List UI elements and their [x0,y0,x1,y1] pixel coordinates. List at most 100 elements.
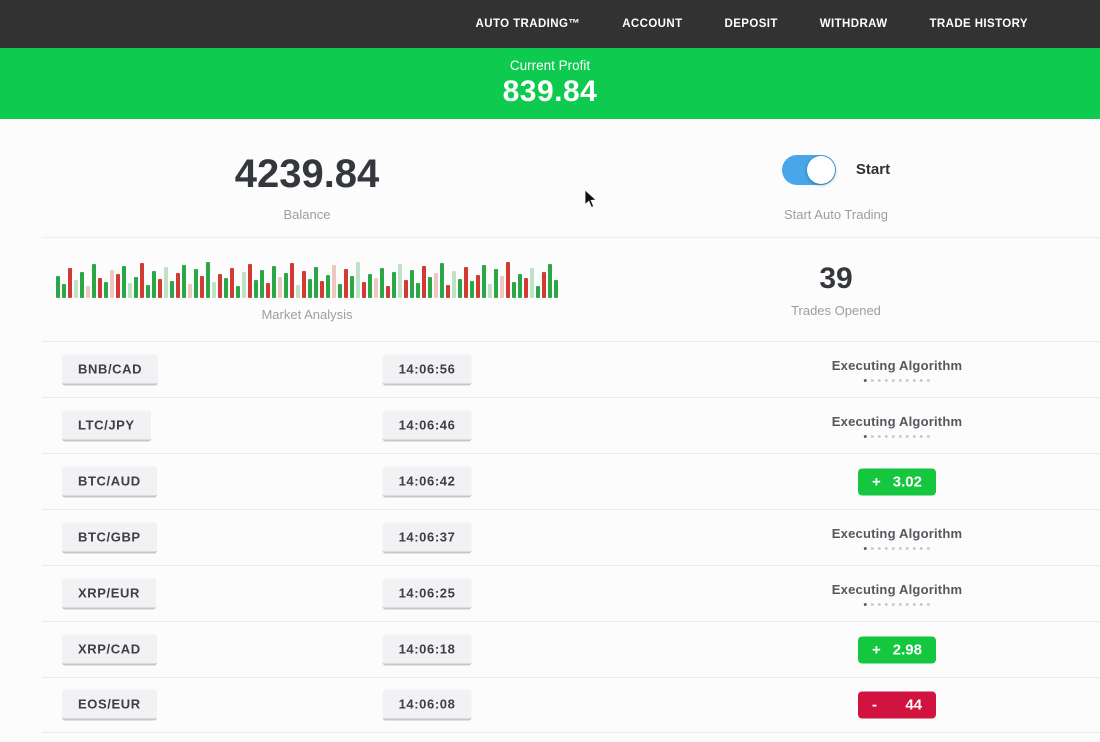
chart-bar [122,266,126,298]
chart-bar [494,269,498,298]
chart-bar [308,279,312,298]
chart-bar [386,286,390,298]
chart-bar [470,281,474,298]
chart-bar [140,263,144,298]
trades-opened-label: Trades Opened [791,303,881,318]
chart-bar [518,274,522,298]
profit-badge: +3.02 [858,468,936,495]
chart-bar [320,281,324,298]
pair-pill[interactable]: XRP/CAD [62,634,157,665]
auto-trading-label: Start Auto Trading [784,207,888,222]
chart-bar [224,278,228,298]
chart-bar [416,283,420,298]
current-profit-label: Current Profit [510,58,590,73]
chart-bar [350,276,354,298]
nav-item-withdraw[interactable]: WITHDRAW [820,18,888,30]
balance-label: Balance [284,207,331,222]
chart-bar [236,286,240,298]
chart-bar [92,264,96,298]
chart-bar [110,270,114,298]
chart-bar [242,272,246,298]
pair-pill[interactable]: BTC/AUD [62,466,157,497]
time-pill: 14:06:37 [383,522,472,553]
chart-bar [452,271,456,298]
chart-bar [374,278,378,298]
market-analysis-label: Market Analysis [261,307,352,322]
chart-bar [314,267,318,298]
pair-pill[interactable]: LTC/JPY [62,410,151,441]
chart-bar [230,268,234,298]
pair-pill[interactable]: BNB/CAD [62,354,158,385]
trade-status: +3.02 [858,468,936,495]
chart-bar [488,284,492,298]
trade-status: Executing Algorithm [832,358,962,382]
table-row: BTC/GBP 14:06:37 Executing Algorithm [42,509,1100,565]
toggle-knob-icon [807,156,835,184]
loading-dots-icon [864,379,930,382]
table-row: BNB/CAD 14:06:56 Executing Algorithm [42,341,1100,397]
chart-bar [212,282,216,298]
chart-bar [284,273,288,298]
chart-bar [254,280,258,298]
nav-item-auto-trading[interactable]: AUTO TRADING™ [476,18,581,30]
chart-bar [302,271,306,298]
chart-bar [74,280,78,298]
executing-algorithm-label: Executing Algorithm [832,582,962,597]
current-profit-value: 839.84 [503,75,598,109]
trades-opened-block: 39 Trades Opened [572,256,1100,325]
time-pill: 14:06:56 [383,354,472,385]
time-pill: 14:06:25 [383,578,472,609]
profit-banner: Current Profit 839.84 [0,48,1100,119]
chart-bar [524,278,528,298]
trades-list: BNB/CAD 14:06:56 Executing Algorithm LTC… [42,341,1100,733]
chart-bar [458,279,462,298]
chart-bar [404,280,408,298]
chart-bar [428,277,432,298]
chart-bar [422,266,426,298]
chart-bar [296,285,300,298]
nav-item-trade-history[interactable]: TRADE HISTORY [930,18,1029,30]
pair-pill[interactable]: EOS/EUR [62,690,157,721]
chart-bar [266,283,270,298]
nav-item-deposit[interactable]: DEPOSIT [725,18,778,30]
time-pill: 14:06:18 [383,634,472,665]
chart-bar [104,282,108,298]
chart-bar [392,272,396,298]
pair-pill[interactable]: XRP/EUR [62,578,156,609]
chart-bar [188,284,192,298]
chart-bar [86,286,90,298]
table-row: XRP/EUR 14:06:25 Executing Algorithm [42,565,1100,621]
chart-bar [80,272,84,298]
chart-bar [554,280,558,298]
pair-pill[interactable]: BTC/GBP [62,522,157,553]
nav-item-account[interactable]: ACCOUNT [622,18,682,30]
toggle-start-label: Start [856,161,890,178]
chart-bar [356,262,360,298]
balance-value: 4239.84 [235,154,380,194]
chart-bar [68,268,72,298]
auto-trading-block: Start Start Auto Trading [572,139,1100,237]
trades-opened-value: 39 [819,264,852,294]
time-pill: 14:06:42 [383,466,472,497]
chart-bar [146,285,150,298]
chart-bar [206,262,210,298]
chart-bar [482,265,486,298]
chart-bar [500,276,504,298]
chart-bar [332,265,336,298]
chart-bar [506,262,510,298]
chart-bar [278,277,282,298]
chart-bar [440,263,444,298]
auto-trading-toggle[interactable] [782,155,836,185]
chart-bar [326,275,330,298]
loading-dots-icon [864,435,930,438]
chart-bar [368,274,372,298]
chart-bar [218,274,222,298]
trade-status: Executing Algorithm [832,414,962,438]
market-analysis-chart [56,260,558,298]
top-navbar: AUTO TRADING™ ACCOUNT DEPOSIT WITHDRAW TRADE… [0,0,1100,48]
chart-bar [272,266,276,298]
chart-bar [434,273,438,298]
trade-status: -44 [858,692,936,719]
chart-bar [536,286,540,298]
chart-bar [152,271,156,298]
